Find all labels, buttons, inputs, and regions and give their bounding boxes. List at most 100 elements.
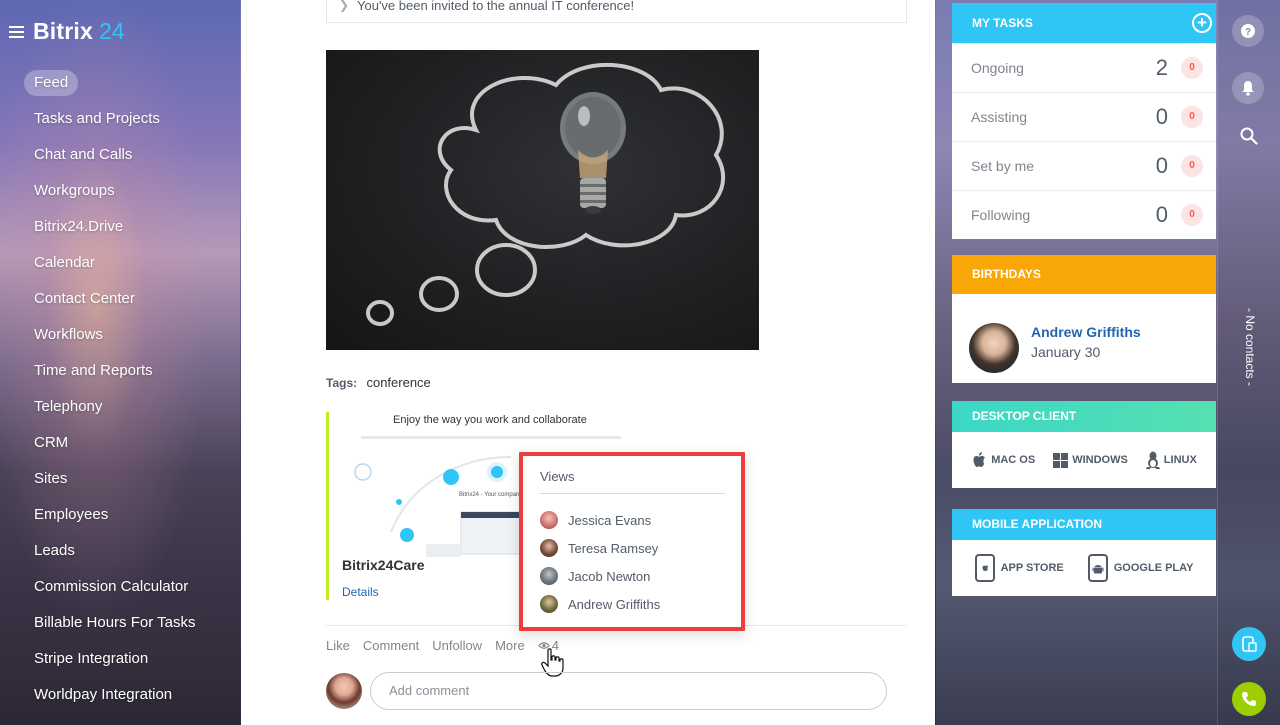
windows-link[interactable]: WINDOWS bbox=[1053, 452, 1128, 468]
left-sidebar: Bitrix 24 Feed Tasks and Projects Chat a… bbox=[0, 0, 240, 725]
task-row-ongoing[interactable]: Ongoing 2 0 bbox=[952, 43, 1216, 92]
task-row-assisting[interactable]: Assisting 0 0 bbox=[952, 92, 1216, 141]
post-message: ❯ You've been invited to the annual IT c… bbox=[326, 0, 907, 23]
task-count: 0 bbox=[1155, 202, 1168, 227]
sidebar-item-time-and-reports[interactable]: Time and Reports bbox=[24, 358, 205, 394]
linux-link[interactable]: LINUX bbox=[1145, 451, 1197, 469]
android-icon bbox=[1087, 554, 1108, 582]
desktop-client-widget: DESKTOP CLIENT MAC OS WINDOWS LINUX bbox=[952, 401, 1216, 488]
birthday-date: January 30 bbox=[1031, 344, 1101, 360]
help-button[interactable]: ? bbox=[1232, 15, 1264, 47]
menu-icon[interactable] bbox=[9, 25, 24, 38]
logo-text: Bitrix bbox=[33, 18, 93, 44]
my-tasks-header: MY TASKS + bbox=[952, 3, 1216, 43]
post-tags: Tags: conference bbox=[326, 375, 431, 390]
sidebar-item-sites[interactable]: Sites bbox=[24, 466, 205, 502]
comment-button[interactable]: Comment bbox=[363, 638, 419, 653]
preview-title: Enjoy the way you work and collaborate bbox=[393, 414, 587, 426]
sidebar-item-employees[interactable]: Employees bbox=[24, 502, 205, 538]
comment-row: Add comment bbox=[326, 672, 887, 710]
quote-icon: ❯ bbox=[339, 0, 350, 12]
unfollow-button[interactable]: Unfollow bbox=[432, 638, 482, 653]
no-contacts-label: - No contacts - bbox=[1243, 307, 1257, 387]
bell-icon bbox=[1242, 81, 1254, 96]
search-button[interactable] bbox=[1240, 127, 1258, 150]
viewer-item[interactable]: Teresa Ramsey bbox=[540, 534, 660, 562]
views-popup-title: Views bbox=[540, 469, 575, 484]
task-count: 0 bbox=[1155, 153, 1168, 178]
more-button[interactable]: More bbox=[495, 638, 525, 653]
details-link[interactable]: Details bbox=[342, 585, 379, 599]
task-row-set-by-me[interactable]: Set by me 0 0 bbox=[952, 141, 1216, 190]
sidebar-item-billable-hours[interactable]: Billable Hours For Tasks bbox=[24, 610, 205, 646]
lightbulb-thought-image bbox=[366, 63, 726, 326]
viewer-item[interactable]: Andrew Griffiths bbox=[540, 590, 660, 618]
sidebar-item-calendar[interactable]: Calendar bbox=[24, 250, 205, 286]
birthdays-header: BIRTHDAYS bbox=[952, 255, 1216, 294]
store-links: APP STORE GOOGLE PLAY bbox=[952, 540, 1216, 596]
call-button[interactable] bbox=[1232, 682, 1266, 716]
windows-icon bbox=[1053, 452, 1069, 468]
views-popup-divider bbox=[540, 493, 725, 494]
task-count: 2 bbox=[1155, 55, 1168, 80]
svg-text:?: ? bbox=[1245, 27, 1251, 38]
viewer-avatar bbox=[540, 595, 558, 613]
viewer-avatar bbox=[540, 567, 558, 585]
views-popup: Views Jessica Evans Teresa Ramsey Jacob … bbox=[519, 452, 745, 631]
linux-icon bbox=[1145, 451, 1160, 469]
sidebar-item-feed[interactable]: Feed bbox=[24, 70, 205, 106]
post-image-lightbulb[interactable] bbox=[326, 50, 759, 350]
mobile-application-header: MOBILE APPLICATION bbox=[952, 509, 1216, 540]
logo[interactable]: Bitrix 24 bbox=[9, 18, 125, 45]
desktop-client-header: DESKTOP CLIENT bbox=[952, 401, 1216, 432]
logo-number: 24 bbox=[99, 18, 125, 44]
task-badge: 0 bbox=[1181, 204, 1203, 226]
open-lines-button[interactable] bbox=[1232, 627, 1266, 661]
sidebar-menu: Feed Tasks and Projects Chat and Calls W… bbox=[24, 70, 205, 718]
device-icon bbox=[1242, 636, 1257, 652]
task-badge: 0 bbox=[1181, 106, 1203, 128]
sidebar-item-commission-calculator[interactable]: Commission Calculator bbox=[24, 574, 205, 610]
sidebar-item-stripe-integration[interactable]: Stripe Integration bbox=[24, 646, 205, 682]
apple-icon bbox=[973, 452, 986, 467]
viewer-avatar bbox=[540, 511, 558, 529]
tags-label: Tags: bbox=[326, 376, 358, 390]
viewer-item[interactable]: Jessica Evans bbox=[540, 506, 660, 534]
task-badge: 0 bbox=[1181, 155, 1203, 177]
sidebar-item-chat-and-calls[interactable]: Chat and Calls bbox=[24, 142, 205, 178]
viewers-list: Jessica Evans Teresa Ramsey Jacob Newton… bbox=[540, 506, 660, 618]
birthdays-widget: BIRTHDAYS Andrew Griffiths January 30 bbox=[952, 255, 1216, 383]
my-tasks-widget: MY TASKS + Ongoing 2 0 Assisting 0 0 Set… bbox=[952, 3, 1216, 239]
sidebar-item-worldpay-integration[interactable]: Worldpay Integration bbox=[24, 682, 205, 718]
google-play-link[interactable]: GOOGLE PLAY bbox=[1087, 554, 1193, 582]
sidebar-item-contact-center[interactable]: Contact Center bbox=[24, 286, 205, 322]
mac-os-link[interactable]: MAC OS bbox=[971, 451, 1035, 469]
sidebar-item-tasks-and-projects[interactable]: Tasks and Projects bbox=[24, 106, 205, 142]
iphone-icon bbox=[974, 554, 995, 582]
sidebar-item-drive[interactable]: Bitrix24.Drive bbox=[24, 214, 205, 250]
birthday-avatar[interactable] bbox=[969, 323, 1019, 373]
viewer-item[interactable]: Jacob Newton bbox=[540, 562, 660, 590]
birthday-name[interactable]: Andrew Griffiths bbox=[1031, 324, 1141, 340]
question-icon: ? bbox=[1241, 24, 1255, 38]
attachment-name: Bitrix24Care bbox=[342, 557, 425, 573]
sidebar-item-workgroups[interactable]: Workgroups bbox=[24, 178, 205, 214]
like-button[interactable]: Like bbox=[326, 638, 350, 653]
task-count: 0 bbox=[1155, 104, 1168, 129]
current-user-avatar bbox=[326, 673, 362, 709]
add-task-button[interactable]: + bbox=[1192, 13, 1212, 33]
mobile-application-widget: MOBILE APPLICATION APP STORE GOOGLE PLAY bbox=[952, 509, 1216, 596]
sidebar-item-telephony[interactable]: Telephony bbox=[24, 394, 205, 430]
viewer-avatar bbox=[540, 539, 558, 557]
invite-text: You've been invited to the annual IT con… bbox=[357, 0, 635, 13]
sidebar-item-crm[interactable]: CRM bbox=[24, 430, 205, 466]
task-row-following[interactable]: Following 0 0 bbox=[952, 190, 1216, 239]
phone-icon bbox=[1242, 692, 1256, 706]
search-icon bbox=[1240, 127, 1258, 145]
sidebar-item-workflows[interactable]: Workflows bbox=[24, 322, 205, 358]
comment-input[interactable]: Add comment bbox=[370, 672, 887, 710]
notifications-button[interactable] bbox=[1232, 72, 1264, 104]
sidebar-item-leads[interactable]: Leads bbox=[24, 538, 205, 574]
app-store-link[interactable]: APP STORE bbox=[974, 554, 1064, 582]
tag-conference[interactable]: conference bbox=[366, 375, 430, 390]
